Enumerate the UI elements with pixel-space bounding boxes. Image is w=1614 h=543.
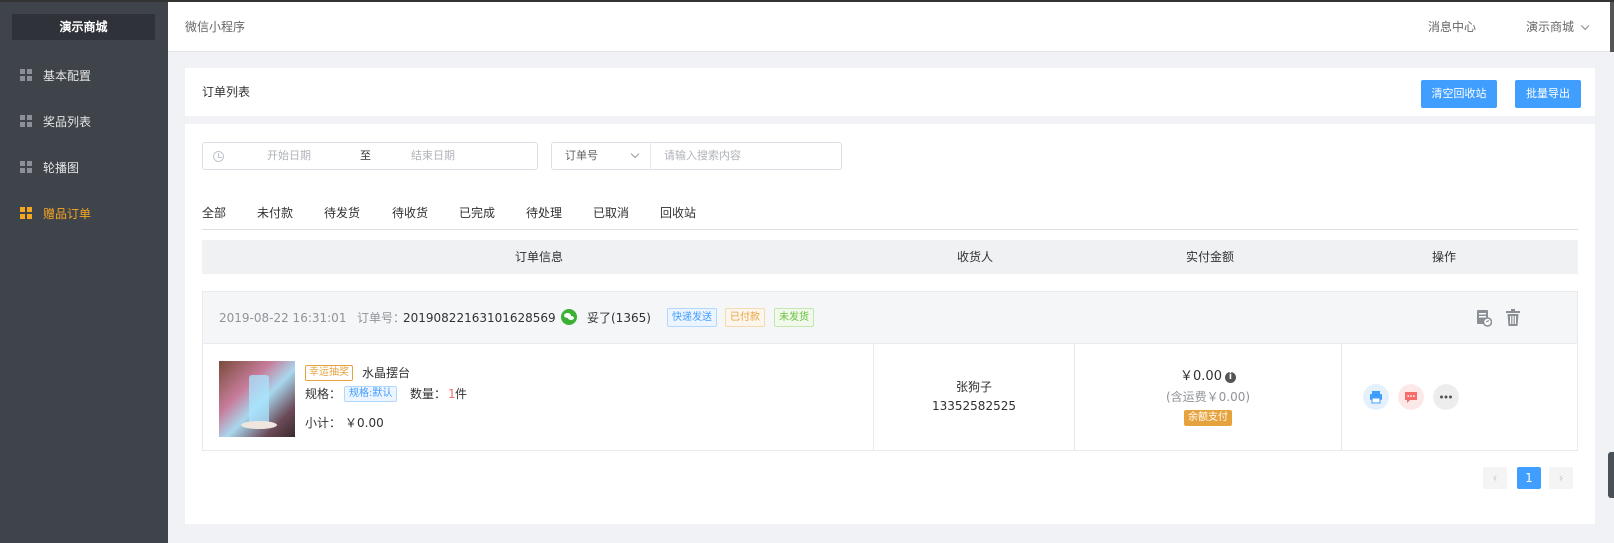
date-range-picker[interactable]: 开始日期 至 结束日期 [202, 142, 538, 170]
shop-dropdown-label: 演示商城 [1525, 20, 1574, 34]
side-float-tab[interactable] [1608, 452, 1614, 498]
tab-completed[interactable]: 已完成 [459, 204, 495, 222]
info-icon[interactable]: i [1224, 372, 1236, 383]
sidebar-item-label: 轮播图 [43, 160, 80, 175]
trash-icon[interactable] [1505, 309, 1521, 327]
clear-recycle-button[interactable]: 清空回收站 [1421, 80, 1497, 108]
print-icon[interactable] [1363, 384, 1389, 410]
sidebar-item-label: 赠品订单 [43, 206, 92, 221]
order-no-label: 订单号： [357, 311, 406, 325]
chevron-down-icon [1580, 21, 1590, 31]
order-list-card: 开始日期 至 结束日期 订单号 请输入搜索内容 全部 未付款 待发货 待收货 已… [185, 124, 1595, 524]
actions-cell [1342, 344, 1577, 450]
breadcrumb[interactable]: 微信小程序 [185, 2, 245, 52]
column-header-paid-amount: 实付金额 [1186, 250, 1235, 264]
order-body: 幸运抽奖 水晶摆台 规格： 规格:默认 数量： 1 件 小计： ￥0.00 张狗… [203, 344, 1577, 450]
sidebar-item-gift-orders[interactable]: 赠品订单 [0, 195, 168, 231]
grid-icon [20, 115, 32, 127]
receiver-cell: 张狗子 13352582525 [874, 344, 1075, 450]
pay-method-wrap: 余额支付 [1075, 409, 1341, 426]
grid-icon [20, 161, 32, 173]
clock-icon [213, 151, 224, 162]
amount-cell: ￥0.00 i (含运费￥0.00) 余额支付 [1075, 344, 1342, 450]
search-type-value: 订单号 [565, 149, 598, 162]
page-1-button[interactable]: 1 [1517, 467, 1541, 489]
grid-icon [20, 207, 32, 219]
sidebar-item-carousel[interactable]: 轮播图 [0, 149, 168, 185]
pay-method-tag: 余额支付 [1184, 410, 1232, 426]
spec-value-tag: 规格:默认 [344, 386, 398, 402]
sidebar-item-label: 基本配置 [43, 68, 92, 83]
chevron-right-icon[interactable]: › [1549, 467, 1573, 489]
chevron-down-icon [630, 149, 640, 159]
sidebar-item-label: 奖品列表 [43, 114, 92, 129]
note-edit-icon[interactable] [1476, 309, 1492, 327]
table-header: 订单信息 收货人 实付金额 操作 [202, 240, 1578, 274]
paid-tag: 已付款 [725, 308, 765, 327]
more-icon[interactable] [1433, 384, 1459, 410]
shipping-note: (含运费￥0.00) [1165, 390, 1251, 404]
subtotal-label: 小计： [305, 416, 342, 430]
order-datetime: 2019-08-22 16:31:01 [219, 311, 347, 325]
shop-dropdown[interactable]: 演示商城 [1525, 2, 1590, 52]
message-center-link[interactable]: 消息中心 [1428, 2, 1476, 52]
receiver-name: 张狗子 [955, 380, 992, 394]
paid-amount-line: ￥0.00 i [1075, 367, 1341, 387]
status-tabs: 全部 未付款 待发货 待收货 已完成 待处理 已取消 回收站 [202, 204, 1578, 230]
tab-unpaid[interactable]: 未付款 [257, 204, 293, 222]
tab-pending[interactable]: 待处理 [526, 204, 562, 222]
tab-to-ship[interactable]: 待发货 [324, 204, 360, 222]
spec-label: 规格： [305, 387, 342, 401]
delivery-tag: 快递发送 [667, 308, 717, 327]
start-date-input[interactable]: 开始日期 [267, 143, 311, 169]
column-header-actions: 操作 [1432, 250, 1457, 264]
sidebar-item-basic-config[interactable]: 基本配置 [0, 57, 168, 93]
search-type-select[interactable]: 订单号 [551, 142, 651, 170]
unshipped-tag: 未发货 [774, 308, 814, 327]
range-separator: 至 [360, 149, 371, 162]
top-header: 微信小程序 消息中心 演示商城 [168, 2, 1614, 52]
lucky-draw-badge: 幸运抽奖 [305, 365, 353, 381]
column-header-receiver: 收货人 [957, 250, 994, 264]
order-no: 20190822163101628569 [403, 311, 556, 325]
product-name: 水晶摆台 [362, 366, 411, 380]
quantity-label: 数量： [410, 387, 447, 401]
page-title: 订单列表 [202, 85, 251, 99]
order-card: 2019-08-22 16:31:01 订单号： 201908221631016… [202, 291, 1578, 451]
brand-title[interactable]: 演示商城 [12, 14, 155, 40]
message-icon[interactable] [1398, 384, 1424, 410]
product-cell: 幸运抽奖 水晶摆台 规格： 规格:默认 数量： 1 件 小计： ￥0.00 [203, 344, 874, 450]
grid-icon [20, 69, 32, 81]
sidebar-item-prize-list[interactable]: 奖品列表 [0, 103, 168, 139]
header-edge [1610, 2, 1614, 52]
batch-export-button[interactable]: 批量导出 [1515, 80, 1581, 108]
order-header: 2019-08-22 16:31:01 订单号： 201908221631016… [203, 292, 1577, 344]
wechat-icon [561, 309, 577, 325]
quantity-unit: 件 [455, 387, 468, 401]
paid-amount: ￥0.00 [1180, 369, 1222, 384]
receiver-phone: 13352582525 [932, 399, 1016, 413]
tab-all[interactable]: 全部 [202, 204, 226, 222]
title-card: 订单列表 清空回收站 批量导出 [185, 68, 1595, 116]
tab-recycle-bin[interactable]: 回收站 [660, 204, 696, 222]
product-image[interactable] [219, 361, 295, 437]
tab-to-receive[interactable]: 待收货 [392, 204, 428, 222]
subtotal-value: ￥0.00 [345, 416, 384, 430]
chevron-left-icon[interactable]: ‹ [1483, 467, 1507, 489]
column-header-order-info: 订单信息 [515, 250, 564, 264]
sidebar: 演示商城 基本配置 奖品列表 轮播图 赠品订单 [0, 2, 168, 543]
buyer-nickname: 妥了(1365) [587, 311, 651, 325]
tab-cancelled[interactable]: 已取消 [593, 204, 629, 222]
search-input[interactable]: 请输入搜索内容 [650, 142, 842, 170]
end-date-input[interactable]: 结束日期 [411, 143, 455, 169]
